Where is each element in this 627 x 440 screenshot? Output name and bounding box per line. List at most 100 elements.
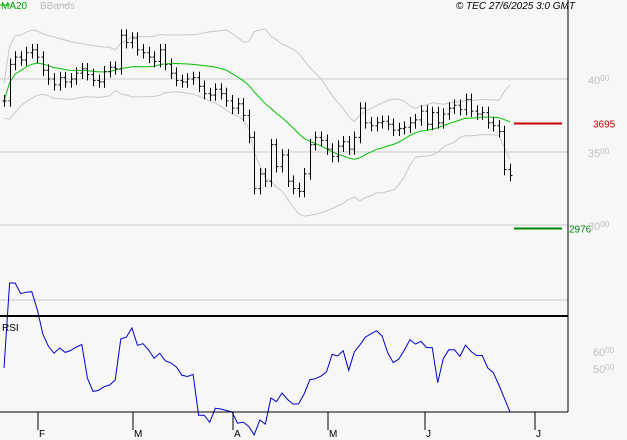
ohlc-bar	[358, 102, 363, 144]
ohlc-bar	[491, 116, 496, 132]
ohlc-bar	[230, 95, 235, 115]
ohlc-bar	[102, 65, 107, 88]
ohlc-bar	[169, 58, 174, 79]
ohlc-bar	[419, 105, 424, 126]
ohlc-bar	[35, 43, 40, 63]
y-tick-label: 3000	[588, 220, 610, 233]
ohlc-bar	[113, 61, 118, 75]
bollinger-lower-line	[3, 89, 511, 217]
ohlc-bar	[508, 163, 513, 182]
y-tick-label: 4000	[588, 74, 610, 87]
ohlc-bar	[130, 32, 135, 49]
y-tick-main: 30	[588, 221, 600, 233]
ohlc-bar	[352, 131, 357, 155]
bollinger-upper-line	[3, 28, 511, 123]
ohlc-bar	[219, 83, 224, 100]
ohlc-bar	[163, 43, 168, 71]
ohlc-bar	[108, 61, 113, 78]
y-tick-main: 50	[593, 364, 605, 376]
ohlc-bar	[313, 131, 318, 151]
ohlc-bar	[269, 138, 274, 188]
rsi-label: RSI	[2, 323, 19, 334]
ma20-line	[3, 62, 511, 160]
ohlc-bar	[2, 95, 7, 107]
ohlc-bar	[147, 46, 152, 63]
ohlc-bar	[430, 106, 435, 131]
ohlc-bar	[252, 131, 257, 195]
price-chart: 36952976 40003500300060005000F M A M J J MA20…	[0, 0, 616, 440]
ohlc-bar	[280, 149, 285, 173]
ohlc-bar	[336, 140, 341, 163]
ohlc-bar	[375, 116, 380, 132]
ohlc-bar	[302, 168, 307, 198]
ohlc-bar	[152, 51, 157, 68]
ohlc-bar	[319, 131, 324, 147]
ohlc-bar	[30, 43, 35, 59]
ohlc-bar	[141, 43, 146, 59]
rsi-tick-label: 5000	[593, 363, 615, 376]
y-tick-sub: 00	[605, 346, 614, 355]
y-tick-sub: 00	[600, 147, 609, 156]
ohlc-bar	[69, 73, 74, 88]
ohlc-bar	[158, 43, 163, 68]
ohlc-bar	[74, 67, 79, 85]
ohlc-bar	[480, 106, 485, 120]
ohlc-bar	[174, 67, 179, 87]
ohlc-bar	[85, 62, 90, 81]
ohlc-bar	[380, 115, 385, 129]
ohlc-bar	[486, 106, 491, 129]
ohlc-bar	[236, 97, 241, 115]
ohlc-bar	[58, 71, 63, 91]
y-tick-sub: 00	[600, 74, 609, 83]
ohlc-bar	[197, 71, 202, 93]
bbands-legend: BBands	[40, 1, 75, 12]
copyright-text: © TEC 27/6/2025 3:0 GMT	[456, 1, 576, 12]
ohlc-bar	[46, 64, 51, 85]
x-tick-label: F	[39, 429, 45, 440]
ohlc-bar	[258, 168, 263, 195]
y-tick-main: 60	[593, 347, 605, 359]
ohlc-bar	[63, 71, 68, 88]
ohlc-bar	[386, 115, 391, 131]
ohlc-bar	[413, 114, 418, 129]
ohlc-bar	[263, 168, 268, 188]
ohlc-bar	[297, 182, 302, 198]
ohlc-bar	[224, 87, 229, 107]
x-tick-label: A	[234, 429, 241, 440]
ohlc-bar	[274, 138, 279, 173]
ohlc-bar	[13, 51, 18, 71]
ohlc-bar	[425, 105, 430, 131]
chart-container: 3695 2976 4000 3500 3000 6000 5000 F M A M J J MA20…	[0, 0, 627, 440]
x-tick-label: M	[329, 429, 337, 440]
ohlc-bar	[436, 106, 441, 129]
ohlc-bar	[391, 118, 396, 136]
ohlc-bar	[469, 93, 474, 117]
ohlc-bar	[208, 87, 213, 101]
ohlc-bar	[363, 102, 368, 129]
x-tick-label: M	[134, 429, 142, 440]
ohlc-bar	[19, 51, 24, 66]
ohlc-bar	[402, 121, 407, 135]
ohlc-bar	[97, 74, 102, 88]
ohlc-bar	[135, 32, 140, 56]
ma20-legend: MA20	[1, 1, 28, 12]
y-tick-main: 40	[588, 75, 600, 87]
ohlc-bar	[52, 73, 57, 91]
ohlc-bar	[341, 135, 346, 152]
ohlc-bar	[447, 102, 452, 120]
y-tick-sub: 00	[600, 220, 609, 229]
ohlc-bar	[213, 83, 218, 101]
rsi-tick-label: 6000	[593, 346, 615, 359]
y-tick-main: 35	[588, 148, 600, 160]
ohlc-bar	[397, 122, 402, 136]
ohlc-bar	[308, 138, 313, 180]
ohlc-bar	[291, 175, 296, 195]
ohlc-bar	[464, 93, 469, 116]
ohlc-bar	[191, 71, 196, 85]
ohlc-bar	[408, 116, 413, 134]
ohlc-bar	[202, 80, 207, 100]
ohlc-bar	[180, 74, 185, 88]
x-tick-label: J	[426, 429, 431, 440]
x-tick-label: J	[536, 429, 541, 440]
y-tick-label: 3500	[588, 147, 610, 160]
